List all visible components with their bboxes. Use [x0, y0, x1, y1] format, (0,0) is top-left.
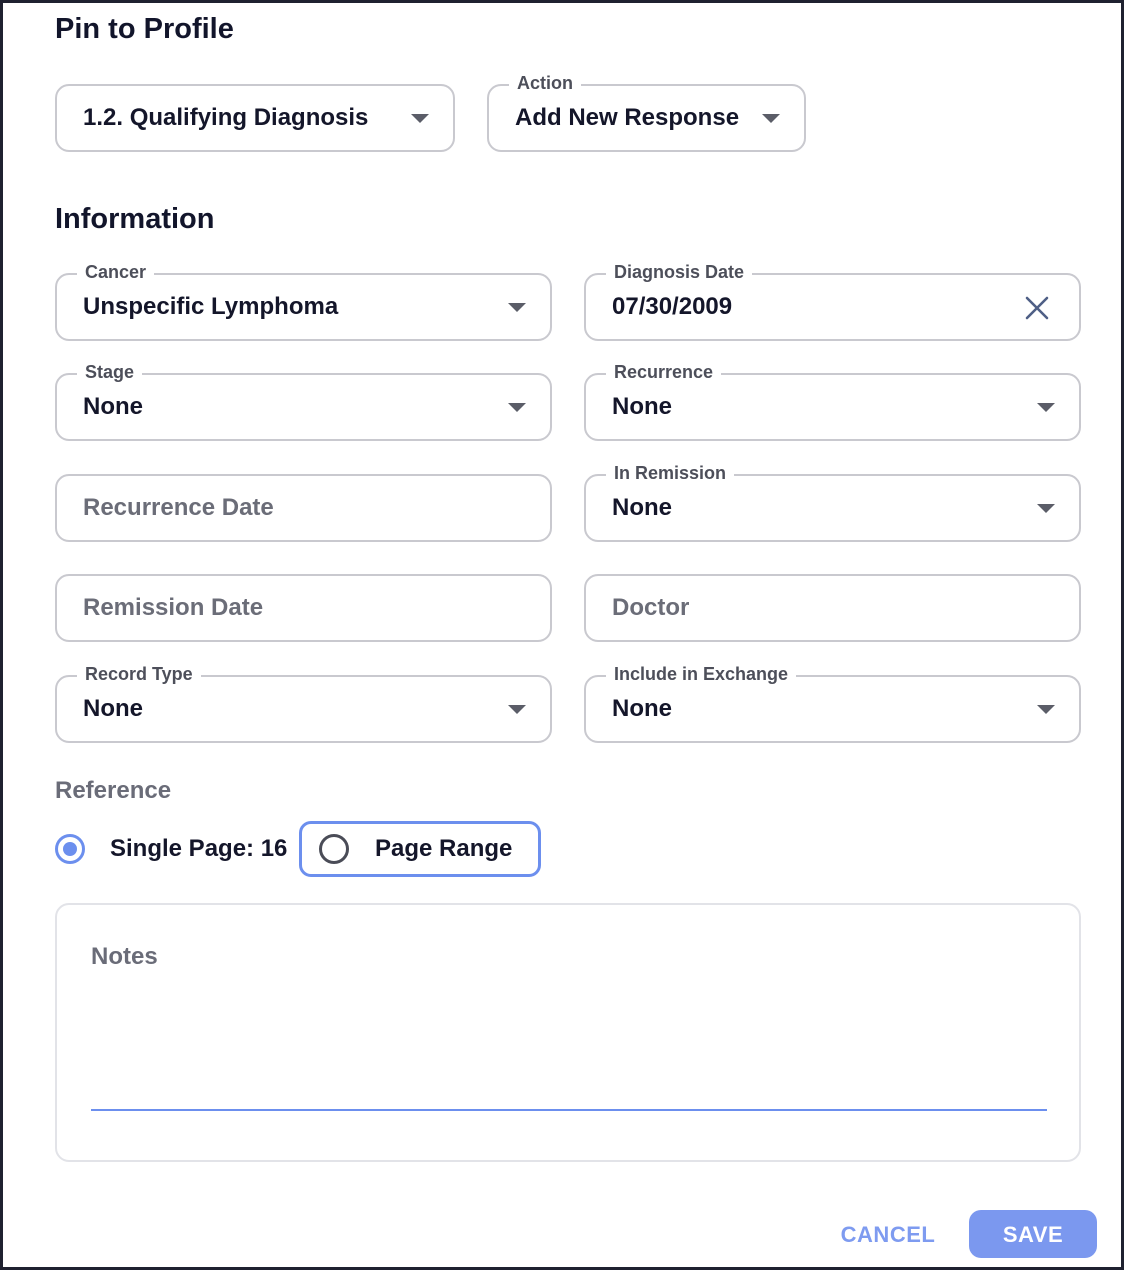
stage-select[interactable]: Stage None [55, 360, 552, 441]
cancel-button[interactable]: CANCEL [825, 1210, 951, 1258]
cancer-value: Unspecific Lymphoma [83, 293, 339, 320]
stage-value: None [83, 393, 143, 420]
in-remission-select[interactable]: In Remission None [584, 461, 1081, 542]
diagnosis-date-value: 07/30/2009 [612, 293, 733, 320]
action-select[interactable]: Action Add New Response [487, 71, 806, 152]
close-icon[interactable] [1023, 294, 1051, 322]
recurrence-select[interactable]: Recurrence None [584, 360, 1081, 441]
doctor-placeholder: Doctor [612, 594, 690, 621]
radio-unchecked-icon[interactable] [319, 834, 349, 864]
recurrence-date-placeholder: Recurrence Date [83, 494, 274, 521]
in-remission-value: None [612, 494, 672, 521]
section-select[interactable]: 1.2. Qualifying Diagnosis [55, 84, 455, 152]
page-range-radio[interactable]: Page Range [299, 821, 541, 877]
section-select-value: 1.2. Qualifying Diagnosis [83, 104, 369, 131]
recurrence-value: None [612, 393, 672, 420]
page-range-label: Page Range [375, 835, 513, 862]
diagnosis-date-field[interactable]: Diagnosis Date 07/30/2009 [584, 260, 1081, 341]
caret-down-icon [1037, 705, 1055, 714]
notes-placeholder: Notes [91, 943, 158, 970]
caret-down-icon [762, 114, 780, 123]
caret-down-icon [508, 303, 526, 312]
remission-date-field[interactable]: Remission Date [55, 574, 552, 642]
cancer-select[interactable]: Cancer Unspecific Lymphoma [55, 260, 552, 341]
reference-heading: Reference [55, 777, 172, 804]
dialog-title: Pin to Profile [55, 13, 234, 45]
caret-down-icon [508, 403, 526, 412]
caret-down-icon [1037, 504, 1055, 513]
caret-down-icon [411, 114, 429, 123]
doctor-field[interactable]: Doctor [584, 574, 1081, 642]
action-select-value: Add New Response [515, 104, 740, 131]
notes-field[interactable]: Notes [55, 903, 1081, 1162]
information-heading: Information [55, 203, 215, 235]
remission-date-placeholder: Remission Date [83, 594, 264, 621]
caret-down-icon [508, 705, 526, 714]
include-in-exchange-select[interactable]: Include in Exchange None [584, 662, 1081, 743]
save-button[interactable]: SAVE [969, 1210, 1097, 1258]
notes-underline [91, 1109, 1047, 1111]
record-type-select[interactable]: Record Type None [55, 662, 552, 743]
radio-checked-icon[interactable] [55, 834, 85, 864]
caret-down-icon [1037, 403, 1055, 412]
single-page-label: Single Page: 16 [110, 835, 288, 862]
include-in-exchange-value: None [612, 695, 672, 722]
record-type-value: None [83, 695, 143, 722]
single-page-radio[interactable]: Single Page: 16 [55, 821, 295, 877]
recurrence-date-field[interactable]: Recurrence Date [55, 474, 552, 542]
pin-to-profile-dialog: Pin to Profile 1.2. Qualifying Diagnosis… [0, 0, 1124, 1270]
